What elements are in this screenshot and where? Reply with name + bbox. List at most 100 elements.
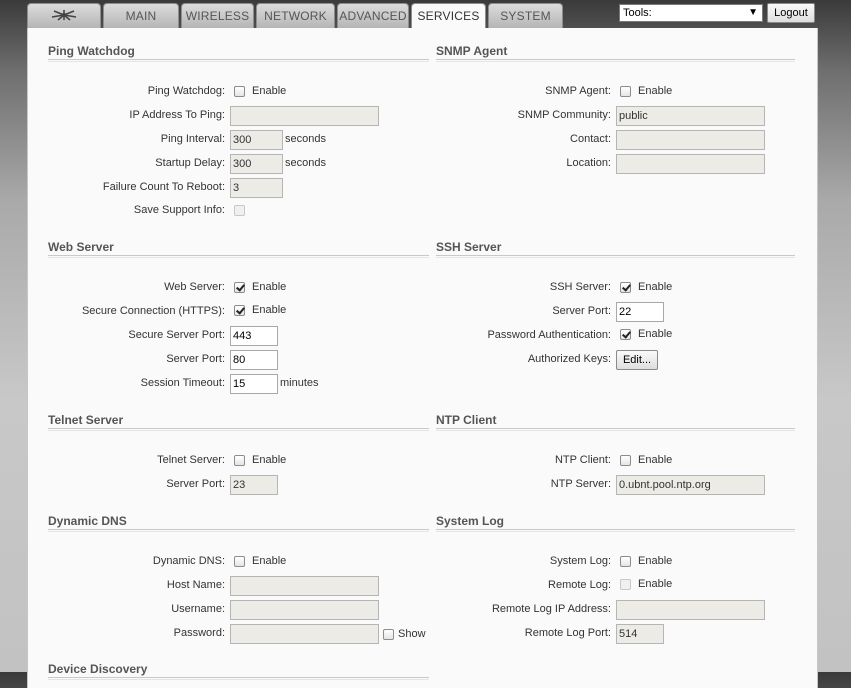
ssh-server-checkbox[interactable] — [620, 282, 631, 293]
remote-log-port-label: Remote Log Port: — [524, 627, 611, 639]
failure-count-label: Failure Count To Reboot: — [102, 181, 225, 193]
tab-wireless[interactable]: WIRELESS — [181, 3, 254, 28]
save-support-checkbox[interactable] — [234, 205, 245, 216]
chevron-down-icon: ▼ — [748, 7, 758, 18]
session-timeout-label: Session Timeout: — [140, 377, 225, 389]
telnet-port-input[interactable]: 23 — [230, 475, 278, 495]
save-support-label: Save Support Info: — [133, 204, 225, 216]
web-server-enable-text: Enable — [252, 281, 287, 293]
system-log-enable-text: Enable — [638, 555, 673, 567]
snmp-community-input[interactable]: public — [616, 106, 765, 126]
section-title: Dynamic DNS — [48, 514, 127, 528]
section-title: NTP Client — [436, 413, 497, 427]
web-server-label: Web Server: — [164, 281, 225, 293]
host-name-label: Host Name: — [166, 579, 225, 591]
ntp-client-label: NTP Client: — [554, 454, 611, 466]
section-title: Ping Watchdog — [48, 44, 135, 58]
password-auth-enable-text: Enable — [638, 328, 673, 340]
ping-interval-label: Ping Interval: — [160, 133, 225, 145]
section-ping-watchdog: Ping Watchdog — [48, 44, 429, 62]
ntp-client-checkbox[interactable] — [620, 455, 631, 466]
section-title: Device Discovery — [48, 662, 148, 676]
host-name-input[interactable] — [230, 576, 379, 596]
snmp-location-label: Location: — [566, 157, 611, 169]
section-ntp-client: NTP Client — [436, 413, 795, 431]
ubiquiti-logo-icon — [51, 10, 77, 21]
failure-count-input[interactable]: 3 — [230, 178, 283, 198]
https-checkbox[interactable] — [234, 305, 245, 316]
authorized-keys-label: Authorized Keys: — [527, 353, 611, 365]
section-title: SNMP Agent — [436, 44, 508, 58]
snmp-community-label: SNMP Community: — [517, 109, 611, 121]
startup-delay-unit: seconds — [285, 157, 326, 169]
telnet-server-label: Telnet Server: — [157, 454, 225, 466]
web-port-label: Server Port: — [166, 353, 225, 365]
ssh-port-input[interactable]: 22 — [616, 302, 664, 322]
section-title: SSH Server — [436, 240, 502, 254]
ping-ip-label: IP Address To Ping: — [129, 109, 225, 121]
remote-log-port-input[interactable]: 514 — [616, 624, 664, 644]
remote-log-label: Remote Log: — [548, 579, 611, 591]
web-port-input[interactable]: 80 — [230, 350, 278, 370]
ping-watchdog-checkbox[interactable] — [234, 86, 245, 97]
ntp-server-input[interactable]: 0.ubnt.pool.ntp.org — [616, 475, 765, 495]
section-web-server: Web Server — [48, 240, 429, 258]
show-password-checkbox[interactable] — [383, 629, 394, 640]
password-auth-checkbox[interactable] — [620, 329, 631, 340]
secure-port-input[interactable]: 443 — [230, 326, 278, 346]
ping-interval-unit: seconds — [285, 133, 326, 145]
tools-dropdown[interactable]: Tools: ▼ — [619, 4, 763, 22]
https-enable-text: Enable — [252, 304, 287, 316]
remote-log-ip-label: Remote Log IP Address: — [491, 603, 611, 615]
snmp-location-input[interactable] — [616, 154, 765, 174]
tab-services[interactable]: SERVICES — [411, 3, 486, 29]
ntp-client-enable-text: Enable — [638, 454, 673, 466]
tab-advanced[interactable]: ADVANCED — [337, 3, 409, 28]
system-log-label: System Log: — [549, 555, 611, 567]
startup-delay-label: Startup Delay: — [155, 157, 225, 169]
tab-system[interactable]: SYSTEM — [488, 3, 563, 28]
dynamic-dns-enable-text: Enable — [252, 555, 287, 567]
dynamic-dns-label: Dynamic DNS: — [152, 555, 225, 567]
tab-network[interactable]: NETWORK — [256, 3, 335, 28]
ssh-server-enable-text: Enable — [638, 281, 673, 293]
ping-watchdog-enable-text: Enable — [252, 85, 287, 97]
snmp-agent-checkbox[interactable] — [620, 86, 631, 97]
tools-dropdown-value: Tools: — [623, 7, 652, 19]
ntp-server-label: NTP Server: — [550, 478, 611, 490]
web-server-checkbox[interactable] — [234, 282, 245, 293]
telnet-port-label: Server Port: — [166, 478, 225, 490]
tab-main[interactable]: MAIN — [103, 3, 179, 28]
show-password-text: Show — [398, 628, 426, 640]
session-timeout-unit: minutes — [280, 377, 319, 389]
telnet-server-enable-text: Enable — [252, 454, 287, 466]
system-log-checkbox[interactable] — [620, 556, 631, 567]
remote-log-checkbox[interactable] — [620, 579, 631, 590]
edit-keys-button[interactable]: Edit... — [616, 350, 658, 370]
telnet-server-checkbox[interactable] — [234, 455, 245, 466]
ping-ip-input[interactable] — [230, 106, 379, 126]
tab-logo[interactable] — [27, 3, 101, 28]
password-auth-label: Password Authentication: — [487, 329, 611, 341]
section-dynamic-dns: Dynamic DNS — [48, 514, 429, 532]
snmp-agent-enable-text: Enable — [638, 85, 673, 97]
section-device-discovery: Device Discovery — [48, 662, 429, 680]
logout-button[interactable]: Logout — [767, 3, 815, 23]
ssh-server-label: SSH Server: — [549, 281, 611, 293]
startup-delay-input[interactable]: 300 — [230, 154, 283, 174]
secure-port-label: Secure Server Port: — [128, 329, 225, 341]
snmp-agent-label: SNMP Agent: — [545, 85, 611, 97]
services-panel: Ping Watchdog Ping Watchdog: Enable IP A… — [27, 28, 818, 688]
dynamic-dns-checkbox[interactable] — [234, 556, 245, 567]
ping-interval-input[interactable]: 300 — [230, 130, 283, 150]
remote-log-ip-input[interactable] — [616, 600, 765, 620]
section-ssh-server: SSH Server — [436, 240, 795, 258]
password-label: Password: — [173, 627, 225, 639]
session-timeout-input[interactable]: 15 — [230, 374, 278, 394]
section-snmp-agent: SNMP Agent — [436, 44, 795, 62]
username-label: Username: — [171, 603, 225, 615]
password-input[interactable] — [230, 624, 379, 644]
username-input[interactable] — [230, 600, 379, 620]
snmp-contact-input[interactable] — [616, 130, 765, 150]
https-label: Secure Connection (HTTPS): — [81, 305, 225, 317]
